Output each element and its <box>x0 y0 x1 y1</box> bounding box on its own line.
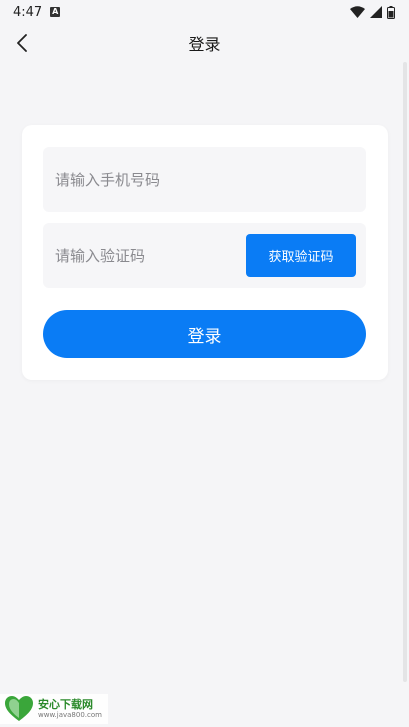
page-title: 登录 <box>188 35 221 54</box>
status-right <box>350 5 395 19</box>
nav-bar: 登录 <box>0 24 409 62</box>
watermark-url: www.java800.com <box>38 711 102 719</box>
heart-logo-icon <box>5 696 33 721</box>
phone-field-container <box>43 147 366 212</box>
watermark-name: 安心下载网 <box>38 698 93 711</box>
login-button[interactable]: 登录 <box>43 310 366 358</box>
watermark: 安心下载网 www.java800.com <box>0 694 108 724</box>
login-card: 获取验证码 登录 <box>22 125 388 380</box>
battery-icon <box>387 5 395 19</box>
status-bar: 4:47 A <box>0 0 409 24</box>
back-button[interactable] <box>10 30 34 56</box>
wifi-icon <box>350 6 365 18</box>
status-left: 4:47 A <box>13 4 61 20</box>
watermark-text: 安心下载网 www.java800.com <box>38 699 102 719</box>
scrollbar[interactable] <box>403 62 407 682</box>
get-code-button[interactable]: 获取验证码 <box>246 234 356 277</box>
notification-icon: A <box>50 7 61 17</box>
signal-icon <box>370 6 382 18</box>
code-field-container: 获取验证码 <box>43 223 366 288</box>
chevron-left-icon <box>17 34 27 52</box>
login-screen: 4:47 A 登录 请输入手机号码 请输入验证码 获取验证码 登录 安心下载网 … <box>0 0 409 727</box>
status-time: 4:47 <box>13 4 43 20</box>
verification-code-input[interactable] <box>43 223 233 288</box>
phone-input[interactable] <box>43 147 366 212</box>
